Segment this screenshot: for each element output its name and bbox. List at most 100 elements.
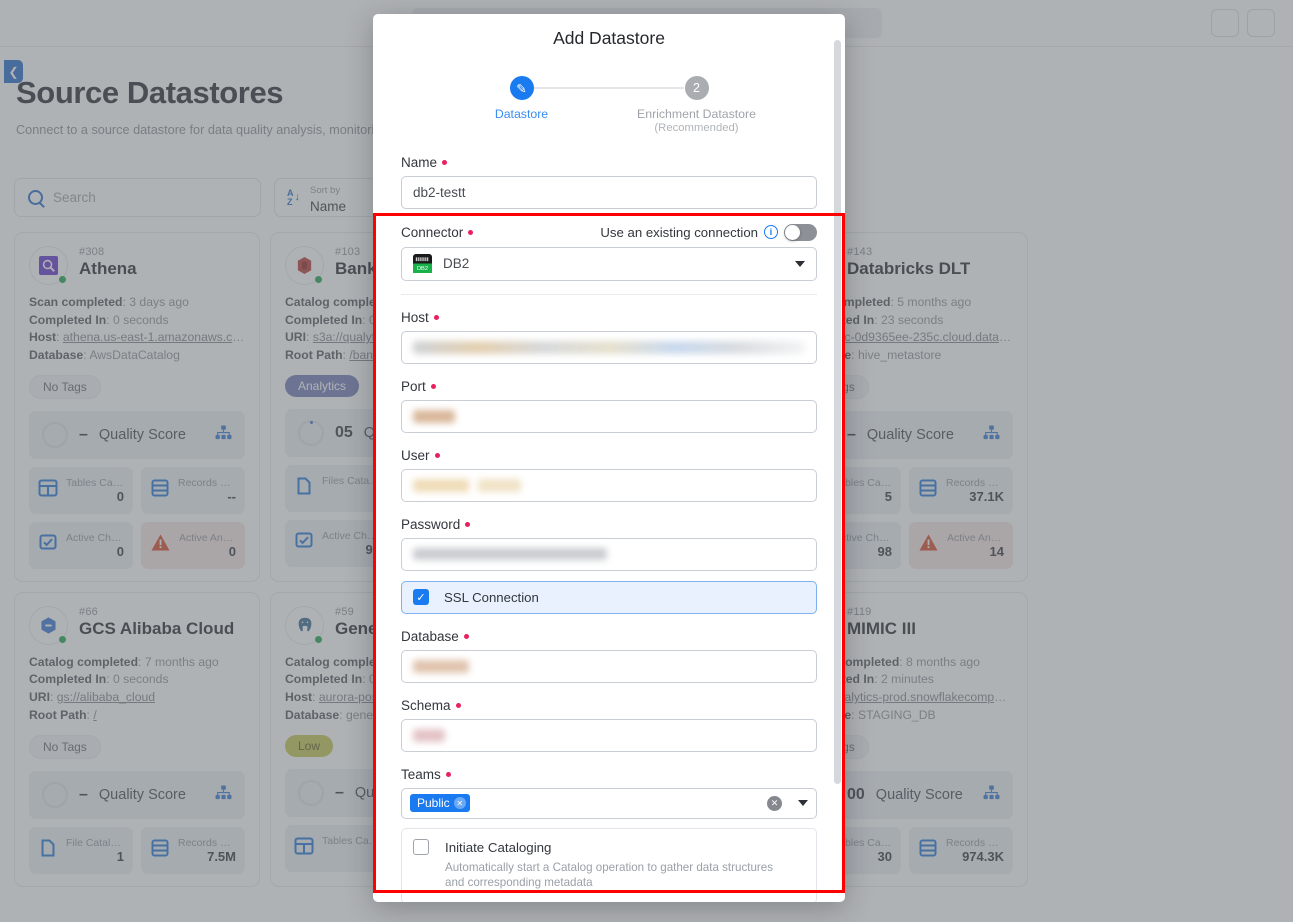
card-title-block: #119 MIMIC III: [847, 606, 916, 639]
card-tag[interactable]: No Tags: [29, 374, 101, 399]
schema-input[interactable]: [401, 718, 817, 752]
card-title-block: #308 Athena: [79, 246, 137, 279]
card-meta-label: Completed In: [285, 312, 363, 327]
card-meta-link[interactable]: gs://alibaba_cloud: [57, 690, 155, 704]
datastore-card[interactable]: #308 Athena Scan completed: 3 days ago Comp…: [14, 232, 260, 582]
clear-icon[interactable]: ✕: [767, 795, 782, 811]
connector-select[interactable]: DB2 DB2: [401, 246, 817, 281]
card-stats-row: File Catalog...1 Records Pro...7.5M: [29, 826, 245, 874]
stat-text: Active Ano... 0: [179, 532, 236, 559]
stat-tile[interactable]: Records Pro...7.5M: [141, 826, 245, 874]
host-input[interactable]: [401, 330, 817, 364]
card-header: #66 GCS Alibaba Cloud: [29, 605, 245, 645]
port-input[interactable]: [401, 399, 817, 433]
info-icon[interactable]: i: [764, 225, 778, 240]
card-id: #143: [847, 246, 873, 258]
team-chip-label: Public: [417, 796, 450, 811]
use-existing-connection-label: Use an existing connection: [600, 224, 758, 240]
stat-tile[interactable]: Records Pro...974.3K: [909, 826, 1013, 874]
help-button[interactable]: [1211, 9, 1239, 37]
stat-tile[interactable]: Active Ano... 0: [141, 521, 245, 569]
stat-value: 3: [322, 847, 380, 862]
database-input-value: [413, 659, 469, 673]
name-input-value: db2-testt: [413, 184, 466, 200]
lineage-icon[interactable]: [983, 784, 1000, 805]
remove-chip-icon[interactable]: ✕: [453, 797, 466, 810]
card-meta-label: Root Path: [285, 348, 343, 363]
stat-label: Tables Cata...: [66, 476, 124, 489]
ssl-connection-row[interactable]: ✓ SSL Connection: [401, 580, 817, 614]
team-chip[interactable]: Public ✕: [410, 794, 470, 813]
add-datastore-modal: Add Datastore ✎ Datastore 2 Enrichment D…: [373, 14, 845, 902]
sort-az-icon: A Z ↓: [287, 187, 300, 207]
table-icon: [38, 478, 58, 503]
quality-score-panel[interactable]: –Quality Score: [29, 410, 245, 459]
stat-tile[interactable]: Active Chec...0: [29, 521, 133, 569]
card-meta-label: Database: [29, 348, 84, 363]
lineage-icon[interactable]: [215, 784, 232, 805]
required-marker-icon: [463, 633, 469, 639]
user-input[interactable]: [401, 468, 817, 502]
chevron-down-icon: [798, 800, 808, 807]
card-meta-label: Host: [285, 690, 313, 705]
card-meta: Catalog completed: 7 months ago Completed…: [29, 654, 245, 725]
name-input[interactable]: db2-testt: [401, 175, 817, 209]
use-existing-connection-toggle[interactable]: [784, 223, 817, 241]
initiate-cataloging-box[interactable]: Initiate Cataloging Automatically start …: [401, 827, 817, 902]
card-id: #119: [847, 605, 872, 618]
step-2-badge: 2: [684, 76, 709, 100]
card-meta-link[interactable]: qualytics-prod.snowflakecomputi...: [831, 690, 1013, 704]
card-meta-row: Host: athena.us-east-1.amazonaws.com: [29, 329, 245, 347]
status-badge: [314, 634, 323, 644]
modal-scrollbar[interactable]: [834, 40, 841, 784]
stat-text: Records Pro...974.3K: [946, 837, 1004, 864]
stat-tile[interactable]: Tables Cata... 0: [29, 466, 133, 514]
card-meta-link[interactable]: /: [93, 708, 96, 722]
lineage-icon[interactable]: [215, 425, 232, 445]
stat-tile[interactable]: Active Ano... 14: [909, 521, 1013, 569]
step-2-label: Enrichment Datastore: [637, 107, 756, 121]
teams-label-text: Teams: [401, 766, 441, 782]
stat-tile[interactable]: Records Pro...37.1K: [909, 466, 1013, 514]
stat-value: --: [227, 488, 236, 504]
password-label-text: Password: [401, 516, 461, 532]
stat-text: File Catalog...1: [66, 837, 124, 864]
search-input[interactable]: Search: [14, 178, 261, 217]
password-input[interactable]: [401, 537, 817, 571]
avatar: [29, 246, 68, 285]
records-icon: [918, 838, 938, 863]
quality-score-label: Quality Score: [875, 786, 963, 803]
required-marker-icon: [433, 314, 439, 320]
teams-select[interactable]: Public ✕ ✕: [401, 787, 817, 819]
database-input[interactable]: [401, 649, 817, 683]
stat-label: Records Pro...: [178, 476, 236, 489]
card-header: #308 Athena: [29, 246, 245, 285]
wizard-step-enrichment[interactable]: 2 Enrichment Datastore (Recommended): [534, 76, 784, 134]
card-meta-value: 23 seconds: [880, 312, 944, 327]
connector-label-text: Connector: [401, 224, 464, 240]
account-button[interactable]: [1247, 9, 1275, 37]
card-tag[interactable]: Analytics: [285, 374, 360, 397]
stat-label: File Catalog...: [66, 836, 124, 849]
stat-value: 0: [228, 543, 236, 559]
card-tag[interactable]: Low: [285, 734, 334, 757]
quality-score-ring-icon: [42, 421, 68, 448]
card-meta-link[interactable]: athena.us-east-1.amazonaws.com: [63, 330, 245, 344]
initiate-cataloging-checkbox[interactable]: [413, 838, 429, 855]
wizard-step-datastore[interactable]: ✎ Datastore: [434, 76, 609, 134]
card-meta-link[interactable]: dbc-0d9365ee-235c.cloud.databr...: [831, 330, 1013, 344]
step-connector-line: [534, 87, 684, 89]
quality-score-value: –: [847, 425, 856, 443]
quality-score-panel[interactable]: –Quality Score: [29, 770, 245, 819]
card-meta-value: 5 months ago: [897, 295, 972, 309]
datastore-card[interactable]: #66 GCS Alibaba Cloud Catalog completed: 7…: [14, 591, 260, 887]
stat-tile[interactable]: File Catalog...1: [29, 826, 133, 874]
host-label-text: Host: [401, 309, 429, 325]
stat-tile[interactable]: Records Pro...--: [141, 466, 245, 514]
stat-value: 5: [322, 487, 380, 502]
ssl-connection-checkbox[interactable]: ✓: [413, 589, 429, 606]
lineage-icon[interactable]: [983, 425, 1000, 445]
port-label-text: Port: [401, 378, 426, 394]
card-meta-value: STAGING_DB: [857, 707, 936, 722]
card-tag[interactable]: No Tags: [29, 734, 101, 759]
